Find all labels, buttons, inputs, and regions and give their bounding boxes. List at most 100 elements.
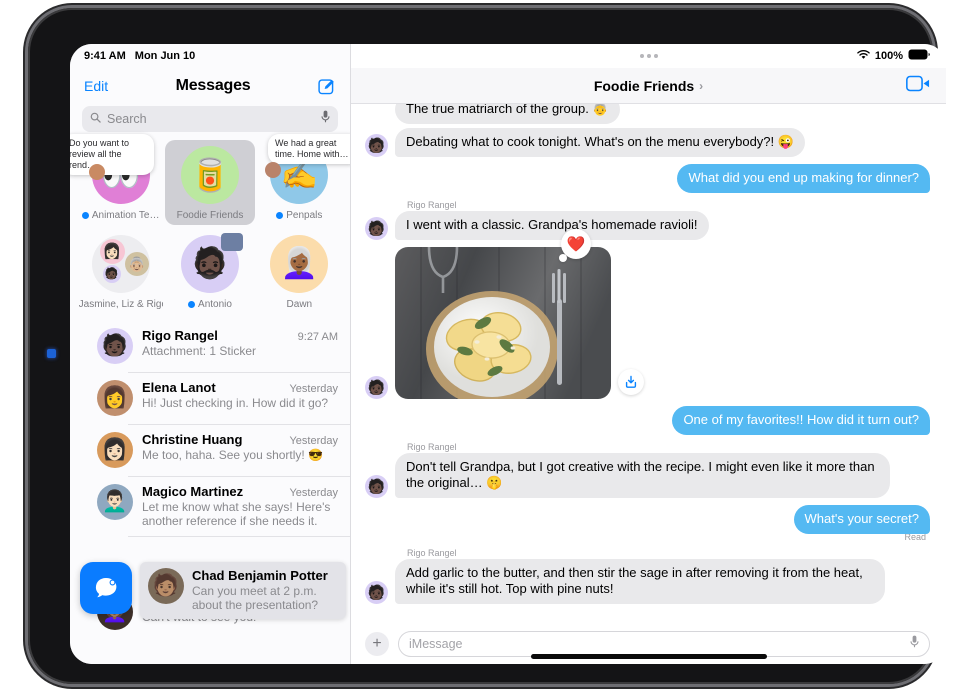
pinned-conversation-jasmine-liz-rigo[interactable]: 👩🏻 👵🏼 🧑🏿 Jasmine, Liz & Rigo [76, 229, 165, 314]
message-row-photo: 🧑🏿 ❤️ [365, 229, 930, 399]
conversation-row-magico-martinez[interactable]: 👨🏻‍🦱 Magico Martinez Yesterday Let me kn… [70, 476, 350, 536]
message-row-incoming: 🧑🏿 I went with a classic. Grandpa's home… [365, 211, 930, 240]
message-row-outgoing: What did you end up making for dinner? [365, 164, 930, 193]
pin-label: Jasmine, Liz & Rigo [78, 299, 163, 310]
message-row-incoming: 🧑🏿 Debating what to cook tonight. What's… [365, 128, 930, 157]
pin-avatar: 👩🏾‍🦳 [270, 235, 329, 293]
conversation-time: Yesterday [289, 487, 338, 499]
conversation-name: Chad Benjamin Potter [192, 568, 328, 583]
avatar: 🧑🏽 [148, 568, 184, 604]
avatar[interactable]: 🧑🏿 [365, 217, 388, 240]
pin-label-wrap: Antonio [188, 299, 232, 310]
avatar[interactable]: 🧑🏿 [365, 475, 388, 498]
pinned-conversation-dawn[interactable]: 👩🏾‍🦳 Dawn [255, 229, 344, 314]
pin-label: Animation Te… [91, 210, 160, 221]
chat-title-label: Foodie Friends [593, 77, 695, 94]
unread-slot [80, 380, 88, 392]
compose-icon[interactable] [318, 77, 336, 95]
pin-label-wrap: Dawn [287, 299, 313, 310]
conversation-body: Rigo Rangel 9:27 AM Attachment: 1 Sticke… [142, 328, 338, 358]
plus-icon[interactable]: + [365, 632, 389, 656]
pinned-conversation-antonio[interactable]: 🧔🏿 Antonio [165, 229, 254, 314]
avatar[interactable]: 🧑🏿 [365, 134, 388, 157]
dot [653, 54, 658, 58]
chevron-right-icon: › [699, 78, 704, 93]
pinned-conversation-foodie-friends[interactable]: 🥫 Foodie Friends [165, 140, 255, 225]
chat-status-bar: 100% [351, 44, 946, 68]
status-bar-right: 100% [857, 49, 930, 63]
pin-avatar: 🧔🏿 [180, 233, 243, 293]
facetime-video-icon[interactable] [906, 75, 930, 96]
battery-full-icon [908, 49, 930, 63]
tapback-heart-icon[interactable]: ❤️ [559, 229, 591, 262]
pinned-conversation-penpals[interactable]: ✍️ We had a great time. Home with… Penpa… [255, 134, 350, 225]
chat-title-button[interactable]: Foodie Friends › [594, 78, 703, 94]
message-group-rigo: Rigo Rangel 🧑🏿 I went with a classic. Gr… [365, 200, 930, 240]
message-bubble-incoming[interactable]: The true matriarch of the group. 👵 [395, 104, 620, 124]
conversation-time: Yesterday [289, 383, 338, 395]
message-row-outgoing: One of my favorites!! How did it turn ou… [365, 406, 930, 435]
microphone-icon[interactable] [321, 110, 330, 128]
avatar: 👨🏻‍🦱 [97, 484, 133, 520]
pin-avatar: 👩🏻 👵🏼 🧑🏿 [91, 235, 150, 293]
pin-label-wrap: Jasmine, Liz & Rigo [79, 299, 163, 310]
conversation-detail-panel: 100% Foodie Friends › The true matriarch… [351, 44, 946, 664]
messages-app-icon[interactable] [80, 562, 132, 614]
ipad-device-frame: 9:41 AM Mon Jun 10 Edit Messages Search … [28, 8, 946, 684]
sender-name-label: Rigo Rangel [407, 548, 457, 558]
message-row-clipped: The true matriarch of the group. 👵 [365, 104, 930, 124]
conversation-row-rigo-rangel[interactable]: 🧑🏿 Rigo Rangel 9:27 AM Attachment: 1 Sti… [70, 320, 350, 372]
microphone-icon[interactable] [910, 635, 919, 653]
avatar[interactable]: 🧑🏿 [365, 581, 388, 604]
pin-label-wrap: Foodie Friends [177, 210, 244, 221]
messages-sidebar: 9:41 AM Mon Jun 10 Edit Messages Search … [70, 44, 351, 664]
conversation-body: Magico Martinez Yesterday Let me know wh… [142, 484, 338, 528]
conversation-snippet: Me too, haha. See you shortly! 😎 [142, 448, 324, 462]
conversation-time: Yesterday [289, 435, 338, 447]
wifi-icon [857, 49, 870, 63]
message-row-incoming: 🧑🏿 Add garlic to the butter, and then st… [365, 559, 930, 604]
home-indicator[interactable] [530, 654, 767, 659]
unread-indicator-dot [276, 212, 284, 219]
avatar[interactable]: 🧑🏿 [365, 376, 388, 399]
message-bubble-outgoing[interactable]: One of my favorites!! How did it turn ou… [672, 406, 930, 435]
message-bubble-outgoing[interactable]: What did you end up making for dinner? [677, 164, 930, 193]
conversation-row-elena-lanot[interactable]: 👩 Elena Lanot Yesterday Hi! Just checkin… [70, 372, 350, 424]
avatar: 👩 [97, 380, 133, 416]
conversation-header: Christine Huang Yesterday [142, 432, 338, 447]
message-bubble-incoming[interactable]: Debating what to cook tonight. What's on… [395, 128, 805, 157]
message-bubble-incoming[interactable]: Don't tell Grandpa, but I got creative w… [395, 453, 890, 498]
message-thread[interactable]: The true matriarch of the group. 👵 🧑🏿 De… [351, 104, 946, 624]
message-bubble-incoming[interactable]: Add garlic to the butter, and then stir … [395, 559, 885, 604]
pin-label-wrap: Penpals [276, 210, 322, 221]
drag-preview[interactable]: 🧑🏽 Chad Benjamin Potter Can you meet at … [80, 562, 346, 619]
unread-indicator-dot [188, 301, 196, 308]
conversation-snippet: Let me know what she says! Here's anothe… [142, 500, 331, 528]
status-time: 9:41 AM [84, 50, 126, 62]
unread-indicator-dot [81, 212, 89, 219]
dragged-conversation-row[interactable]: 🧑🏽 Chad Benjamin Potter Can you meet at … [140, 562, 346, 619]
save-to-photos-icon[interactable] [618, 369, 644, 395]
status-date: Mon Jun 10 [134, 50, 196, 62]
tapback-emoji: ❤️ [566, 236, 586, 253]
pinned-conversation-animation-team[interactable]: 👀 Do you want to review all the rend… An… [70, 134, 165, 225]
drag-cursor-artifact [47, 349, 56, 358]
search-input[interactable]: Search [82, 106, 338, 132]
conversation-header: Magico Martinez Yesterday [142, 484, 338, 499]
sender-name-label: Rigo Rangel [407, 200, 457, 210]
unread-slot [80, 484, 88, 496]
edit-button[interactable]: Edit [84, 78, 108, 94]
message-row-incoming: 🧑🏿 Don't tell Grandpa, but I got creativ… [365, 453, 930, 498]
dot [646, 54, 651, 58]
pinned-conversations-grid: 👀 Do you want to review all the rend… An… [70, 134, 350, 320]
conversation-body: Elena Lanot Yesterday Hi! Just checking … [142, 380, 338, 410]
multitask-dots-handle[interactable] [639, 54, 658, 58]
message-bubble-outgoing[interactable]: What's your secret? [793, 505, 930, 534]
conversation-name: Rigo Rangel [142, 328, 218, 343]
conversation-body: Chad Benjamin Potter Can you meet at 2 p… [192, 568, 338, 612]
message-bubble-incoming[interactable]: I went with a classic. Grandpa's homemad… [395, 211, 709, 240]
photo-attachment[interactable] [395, 247, 611, 399]
conversation-row-christine-huang[interactable]: 👩🏻 Christine Huang Yesterday Me too, hah… [70, 424, 350, 476]
unread-slot [80, 432, 88, 444]
pin-preview-bubble: Do you want to review all the rend… [70, 134, 154, 175]
